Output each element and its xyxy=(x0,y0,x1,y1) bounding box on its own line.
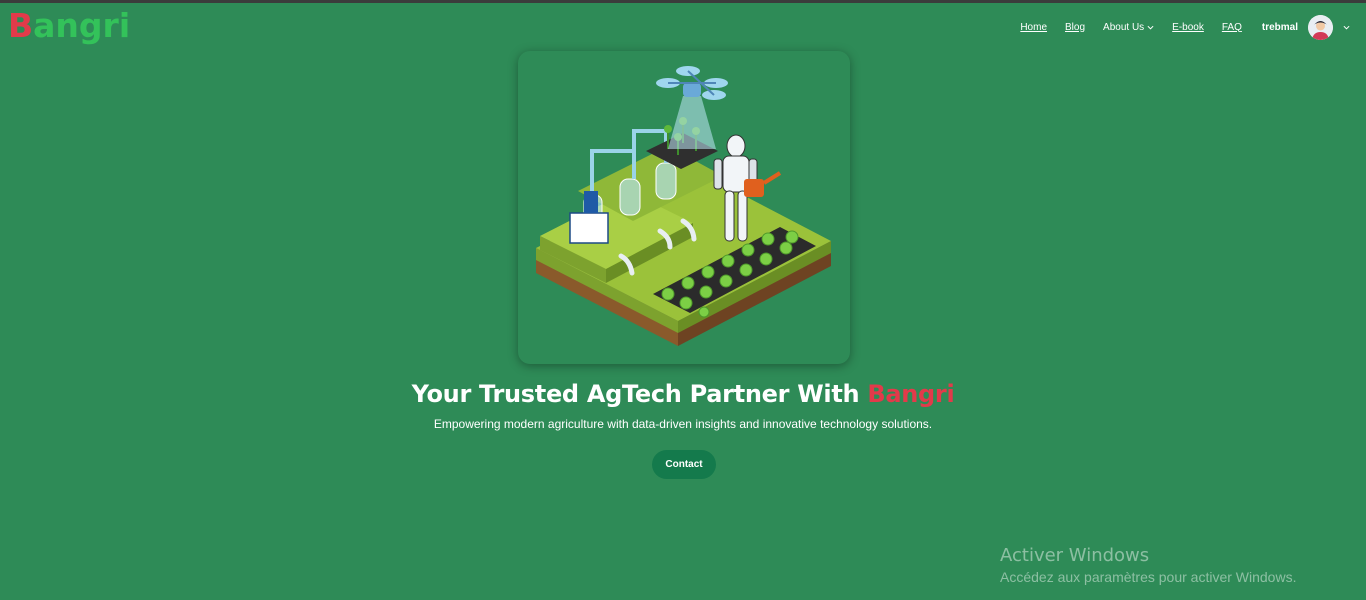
watermark-subtitle: Accédez aux paramètres pour activer Wind… xyxy=(1000,569,1297,585)
windows-activation-watermark: Activer Windows Accédez aux paramètres p… xyxy=(1000,545,1296,587)
headline-brand: Bangri xyxy=(867,380,955,408)
chevron-down-icon xyxy=(1343,25,1350,30)
nav-faq-link[interactable]: FAQ xyxy=(1222,22,1242,33)
nav-about-us-label: About Us xyxy=(1103,21,1145,33)
bangri-logo[interactable]: Bangri xyxy=(8,6,130,46)
nav-home-link[interactable]: Home xyxy=(1020,22,1047,33)
hero-subtitle: Empowering modern agriculture with data-… xyxy=(433,417,933,431)
top-border xyxy=(0,0,1366,3)
logo-text: angri xyxy=(33,6,131,45)
watermark-title: Activer Windows xyxy=(1000,545,1150,566)
chevron-down-icon xyxy=(1147,25,1154,30)
nav-about-us-dropdown[interactable]: About Us xyxy=(1103,22,1154,33)
nav-blog-link[interactable]: Blog xyxy=(1065,22,1085,33)
hero-image-card xyxy=(518,51,850,364)
main-nav: Home Blog About Us E-book FAQ trebmal xyxy=(1020,14,1350,40)
headline-text: Your Trusted AgTech Partner With xyxy=(411,380,868,408)
user-menu[interactable]: trebmal xyxy=(1261,14,1350,40)
avatar-icon xyxy=(1308,14,1333,40)
contact-button[interactable]: Contact xyxy=(652,450,716,479)
avatar[interactable] xyxy=(1308,14,1333,40)
smart-farm-illustration xyxy=(536,66,831,346)
nav-ebook-link[interactable]: E-book xyxy=(1172,22,1204,33)
username-label: trebmal xyxy=(1261,21,1298,33)
logo-letter-b: B xyxy=(8,6,34,45)
hero-headline: Your Trusted AgTech Partner With Bangri xyxy=(0,380,1366,408)
